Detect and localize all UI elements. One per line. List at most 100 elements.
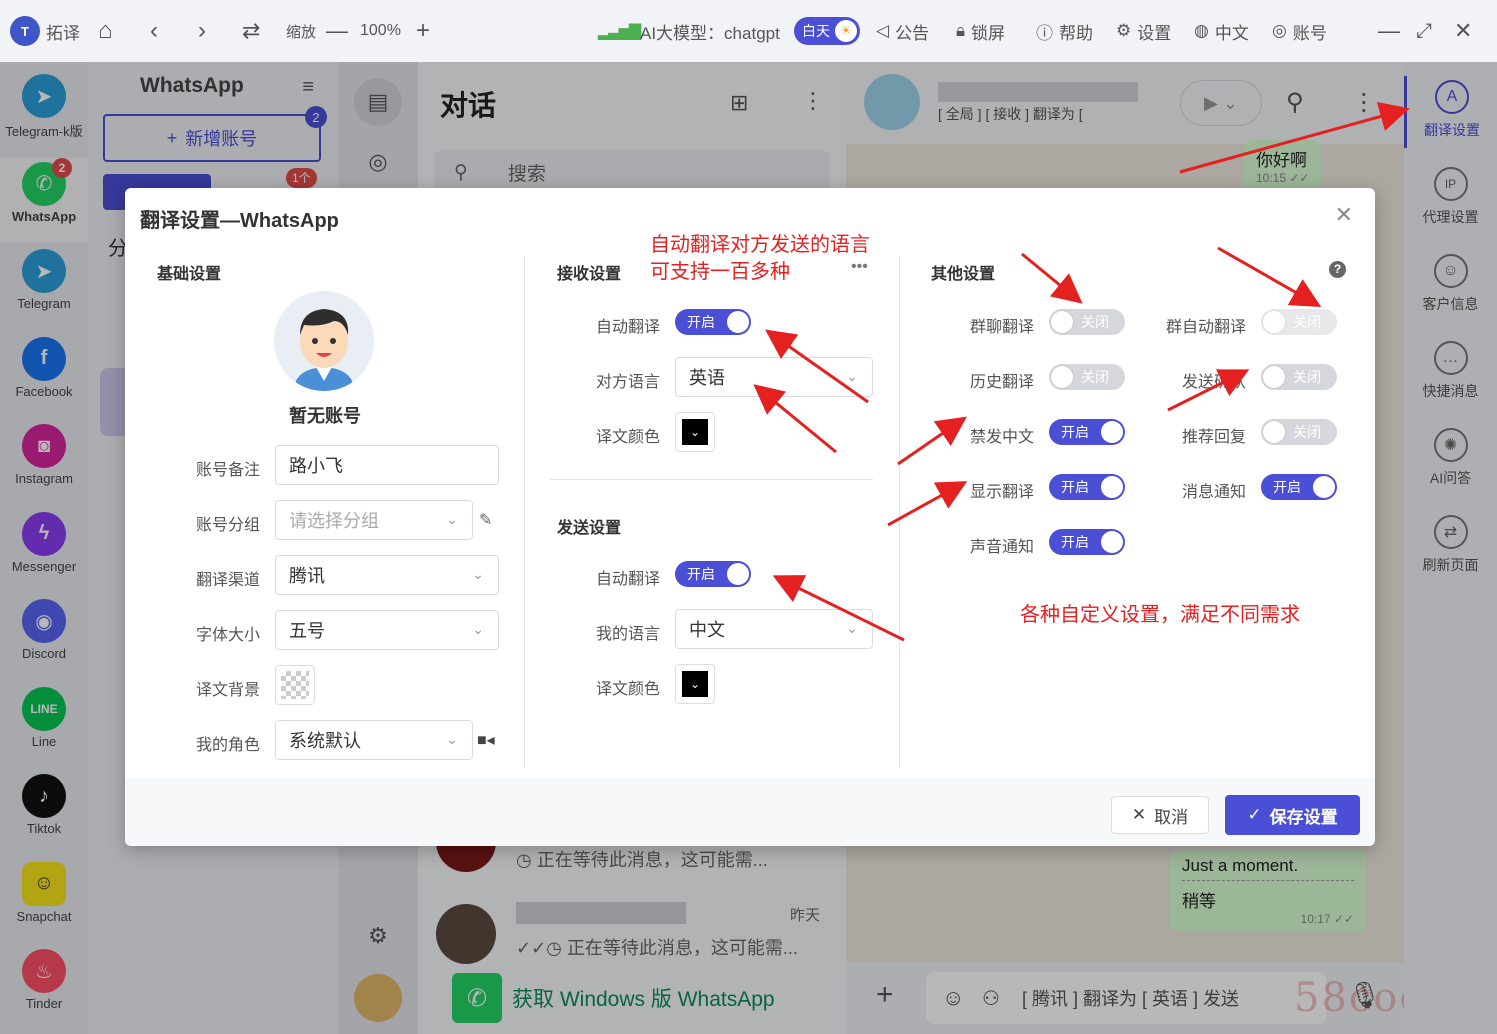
group-auto-toggle[interactable]: 关闭 [1261, 309, 1337, 335]
chevron-down-icon: ⌄ [446, 731, 458, 747]
zoom-value: 100% [360, 22, 401, 39]
group-label: 账号分组 [195, 517, 260, 534]
close-icon[interactable]: ✕ [1335, 202, 1353, 228]
column-divider [524, 256, 525, 768]
save-settings-button[interactable]: ✓ 保存设置 [1225, 795, 1360, 835]
font-size-value: 五号 [289, 621, 325, 641]
chevron-down-icon: ⌄ [682, 419, 708, 445]
group-select[interactable]: 请选择分组 ⌄ [275, 500, 473, 540]
help-label: 帮助 [1059, 23, 1093, 43]
theme-label: 白天 [802, 23, 830, 39]
basic-settings-title: 基础设置 [157, 266, 222, 283]
send-auto-label: 自动翻译 [595, 571, 660, 588]
recommend-label: 推荐回复 [1181, 429, 1246, 446]
cancel-button[interactable]: ✕ 取消 [1111, 796, 1209, 834]
sun-icon: ☀ [835, 20, 857, 42]
chevron-down-icon: ⌄ [846, 368, 858, 384]
font-size-select[interactable]: 五号 ⌄ [275, 610, 499, 650]
translation-settings-dialog: 翻译设置—WhatsApp ✕ 基础设置 暂无账号 账号备注 路小飞 账号分组 … [125, 188, 1375, 846]
their-language-select[interactable]: 英语 ⌄ [675, 357, 873, 397]
show-translation-toggle[interactable]: 开启 [1049, 474, 1125, 500]
account-label: 账号 [1292, 23, 1327, 43]
settings-button[interactable]: ⚙ 设置 [1116, 0, 1171, 62]
sound-notify-toggle[interactable]: 开启 [1049, 529, 1125, 555]
group-placeholder: 请选择分组 [289, 511, 379, 531]
remark-label: 账号备注 [195, 462, 260, 479]
edit-icon[interactable]: ✎ [479, 510, 492, 530]
theme-toggle[interactable]: 白天 ☀ [794, 0, 860, 62]
toggle-state: 关闭 [1081, 369, 1109, 385]
channel-select[interactable]: 腾讯 ⌄ [275, 555, 499, 595]
role-value: 系统默认 [289, 731, 361, 751]
recommend-toggle[interactable]: 关闭 [1261, 419, 1337, 445]
maximize-icon[interactable]: ⤢ [1416, 0, 1432, 62]
chevron-down-icon: ⌄ [472, 621, 484, 637]
avatar [274, 291, 374, 391]
their-language-label: 对方语言 [595, 374, 660, 391]
my-language-label: 我的语言 [595, 626, 660, 643]
close-icon: ✕ [1131, 805, 1147, 824]
history-toggle[interactable]: 关闭 [1049, 364, 1125, 390]
app-logo: T 拓译 [10, 0, 80, 62]
group-chat-label: 群聊翻译 [969, 319, 1034, 336]
dialog-title: 翻译设置—WhatsApp [140, 210, 339, 232]
minimize-icon[interactable]: — [1378, 0, 1400, 62]
group-auto-label: 群自动翻译 [1165, 319, 1246, 336]
top-bar: T 拓译 ⌂ ‹ › ⇄ 缩放 — 100% + ▂▃▅▇ AI大模型：chat… [0, 0, 1497, 62]
language-button[interactable]: ◍ 中文 [1194, 0, 1249, 62]
toggle-state: 开启 [1061, 534, 1089, 550]
signal-icon: ▂▃▅▇ [598, 23, 641, 40]
dialog-footer: ✕ 取消 ✓ 保存设置 [125, 778, 1375, 846]
receive-auto-toggle[interactable]: 开启 [675, 309, 751, 335]
channel-label: 翻译渠道 [195, 572, 260, 589]
role-select[interactable]: 系统默认 ⌄ [275, 720, 473, 760]
zoom-out-button[interactable]: — [326, 0, 348, 62]
account-button[interactable]: ◎ 账号 [1272, 0, 1327, 62]
their-language-value: 英语 [689, 368, 725, 388]
video-icon[interactable]: ■◂ [477, 730, 495, 750]
send-color-label: 译文颜色 [595, 681, 660, 698]
check-icon: ✓ [1247, 805, 1262, 824]
ai-model-label: AI大模型：chatgpt [640, 23, 780, 43]
settings-label: 设置 [1137, 23, 1172, 43]
translation-bg-label: 译文背景 [195, 682, 260, 699]
forward-icon[interactable]: › [198, 0, 206, 62]
toggle-state: 开启 [1273, 479, 1301, 495]
send-confirm-toggle[interactable]: 关闭 [1261, 364, 1337, 390]
chevron-down-icon: ⌄ [472, 566, 484, 582]
message-notify-toggle[interactable]: 开启 [1261, 474, 1337, 500]
lock-button[interactable]: 🔒︎ 锁屏 [956, 0, 1005, 62]
announcement-label: 公告 [895, 23, 930, 43]
send-auto-toggle[interactable]: 开启 [675, 561, 751, 587]
remark-input[interactable]: 路小飞 [275, 445, 499, 485]
ban-chinese-toggle[interactable]: 开启 [1049, 419, 1125, 445]
chevron-down-icon: ⌄ [682, 671, 708, 697]
translation-bg-picker[interactable] [275, 665, 315, 705]
help-button[interactable]: ⓘ 帮助 [1036, 0, 1093, 62]
history-label: 历史翻译 [969, 374, 1034, 391]
announcement-button[interactable]: ◁ 公告 [876, 0, 929, 62]
help-icon[interactable]: ? [1329, 261, 1346, 278]
send-color-picker[interactable]: ⌄ [675, 664, 715, 704]
send-settings-title: 发送设置 [557, 520, 622, 537]
lock-icon: 🔒︎ [956, 21, 966, 40]
my-language-value: 中文 [689, 620, 725, 640]
reload-icon[interactable]: ⇄ [242, 0, 260, 62]
column-divider [899, 256, 900, 768]
lock-label: 锁屏 [971, 23, 1006, 43]
save-label: 保存设置 [1269, 807, 1338, 827]
annotation-line: 可支持一百多种 [650, 261, 790, 283]
close-window-icon[interactable]: ✕ [1454, 0, 1472, 62]
toggle-state: 关闭 [1293, 369, 1321, 385]
my-language-select[interactable]: 中文 ⌄ [675, 609, 873, 649]
toggle-state: 关闭 [1081, 314, 1109, 330]
receive-color-picker[interactable]: ⌄ [675, 412, 715, 452]
back-icon[interactable]: ‹ [150, 0, 158, 62]
language-label: 中文 [1214, 23, 1249, 43]
home-icon[interactable]: ⌂ [98, 0, 113, 62]
zoom-in-button[interactable]: + [416, 0, 430, 62]
toggle-state: 开启 [687, 314, 715, 330]
chevron-down-icon: ⌄ [846, 620, 858, 636]
group-chat-toggle[interactable]: 关闭 [1049, 309, 1125, 335]
speaker-icon: ◁ [876, 21, 890, 40]
